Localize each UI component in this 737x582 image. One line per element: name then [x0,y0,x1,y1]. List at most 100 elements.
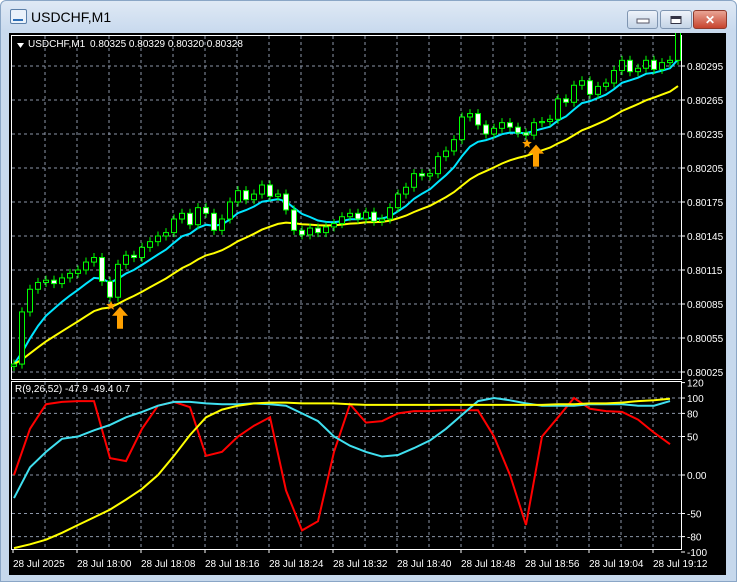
candle-body [275,193,281,197]
candle [147,237,153,252]
candle-body [35,281,41,290]
indicator-label: R(9,26,52) -47.9 -49.4 0.7 [15,384,131,395]
candle-body [555,98,561,120]
candle-body [587,80,593,95]
candle [571,80,577,107]
candle-body [323,226,329,234]
candle-body [91,257,97,263]
maximize-button[interactable] [660,10,692,29]
candle [467,109,473,122]
candle-body [11,363,17,367]
candle-body [179,212,185,220]
candle-body [411,173,417,188]
candle [379,214,385,226]
candle [187,208,193,230]
candle [235,186,241,207]
candle [395,189,401,213]
candle [563,94,569,107]
close-icon: ✕ [704,12,716,27]
candle [587,76,593,99]
indicator-pane-border [11,381,682,550]
candle [115,259,121,302]
indicator-axis-label: 120 [687,379,704,390]
time-axis-label: 28 Jul 18:00 [77,559,132,570]
time-axis-label: 28 Jul 19:12 [653,559,708,570]
candle [507,118,513,132]
candle [427,169,433,181]
candle [643,55,649,73]
time-axis-label: 28 Jul 18:56 [525,559,580,570]
candle-body [107,280,113,298]
title-bar[interactable]: USDCHF,M1 ✕ [1,1,736,33]
maximize-icon [670,15,682,24]
indicator-axis-label: 50 [687,433,699,444]
candle-body [83,261,89,271]
candle-body [379,218,385,222]
candle-body [627,59,633,73]
candle [83,257,89,275]
candle [531,118,537,140]
candle-body [363,211,369,220]
candle-body [99,257,105,282]
candle [603,78,609,91]
candle [59,273,65,289]
candle-body [339,216,345,225]
candle [35,277,41,294]
candle [123,250,129,269]
time-axis-label: 28 Jul 18:08 [141,559,196,570]
candle [331,219,337,232]
candle-body [507,122,513,128]
candle [19,307,25,369]
candle-body [347,212,353,218]
chart-area[interactable]: 0.80295 0.80265 0.80235 0.80205 0.80175 0.801… [9,24,726,575]
candle [267,180,273,201]
candle-body [187,212,193,226]
candle-body [299,229,305,236]
candle [283,189,289,215]
candle [107,276,113,302]
candle-body [491,127,497,135]
price-axis-label: 0.80115 [687,266,723,277]
candle [163,228,169,241]
candle [195,203,201,230]
candle-body [467,113,473,118]
candle-body [651,59,657,70]
indicator-axis-label: 80 [687,409,699,420]
minimize-icon [636,18,649,24]
main-pane-border [11,35,682,380]
chart-svg[interactable]: 0.80295 0.80265 0.80235 0.80205 0.80175 0.801… [9,24,726,575]
candle-body [139,246,145,259]
indicator-line-1 [13,396,671,532]
candle [403,182,409,199]
candle [99,253,105,286]
close-button[interactable]: ✕ [693,10,727,29]
candle [451,135,457,156]
candle [483,120,489,139]
candle-body [571,84,577,103]
candle [419,169,425,181]
candle [675,24,681,65]
candle [627,55,633,77]
candle-body [51,279,57,285]
candle-body [59,277,65,285]
candle-body [43,279,49,283]
candle [299,225,305,240]
candle [475,109,481,130]
slow-moving-average-line [13,85,679,365]
candle [619,55,625,76]
candle-body [227,201,233,220]
candle-body [435,156,441,175]
candle-body [523,132,529,136]
candle-body [203,207,209,214]
time-axis-label: 28 Jul 18:32 [333,559,388,570]
candle-body [219,218,225,231]
minimize-button[interactable] [627,10,658,29]
price-axis-label: 0.80055 [687,334,724,345]
candle-body [307,227,313,236]
time-axis-label: 28 Jul 18:16 [205,559,260,570]
candle-body [243,190,249,201]
collapse-triangle-icon[interactable] [17,43,24,48]
candle-body [619,59,625,72]
candle [579,76,585,90]
candle-body [643,59,649,69]
